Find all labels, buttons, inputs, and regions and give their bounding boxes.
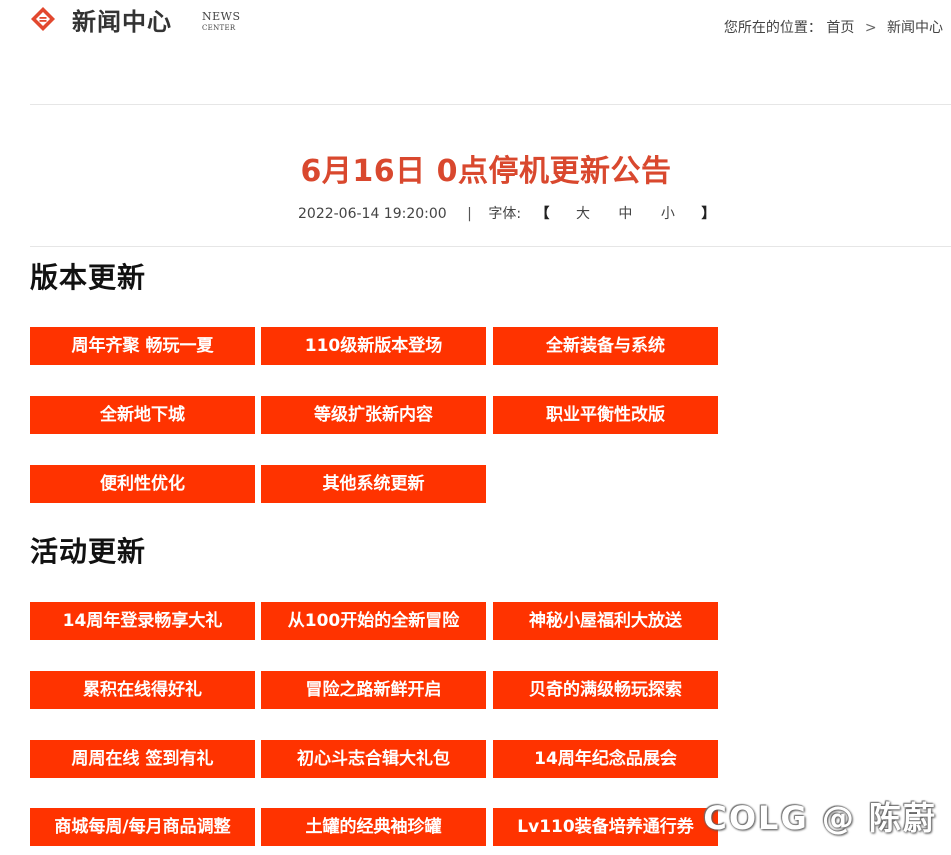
article-meta: 2022-06-14 19:20:00 | 字体: 【 大 中 小 】 (298, 204, 725, 224)
font-size-medium-button[interactable]: 中 (618, 206, 632, 222)
version-update-link-button[interactable]: 全新装备与系统 (493, 327, 718, 365)
watermark: COLG @ 陈蔚 (703, 799, 937, 837)
event-update-link-button[interactable]: 累积在线得好礼 (30, 671, 255, 709)
event-update-link-button[interactable]: 14周年纪念品展会 (493, 740, 718, 778)
version-update-link-button[interactable]: 便利性优化 (30, 465, 255, 503)
news-en-line2: CENTER (202, 24, 236, 32)
version-update-link-button[interactable]: 等级扩张新内容 (261, 396, 486, 434)
version-update-link-button[interactable]: 110级新版本登场 (261, 327, 486, 365)
breadcrumb-current-link[interactable]: 新闻中心 (887, 20, 943, 36)
version-update-link-button[interactable]: 全新地下城 (30, 396, 255, 434)
news-center-en-label: NEWS CENTER (202, 10, 241, 33)
event-update-link-button[interactable]: 周周在线 签到有礼 (30, 740, 255, 778)
breadcrumb-prefix: 您所在的位置： (723, 20, 822, 36)
article-title: 6月16日 0点停机更新公告 (300, 154, 672, 189)
event-update-link-button[interactable]: 初心斗志合辑大礼包 (261, 740, 486, 778)
event-update-link-button[interactable]: 神秘小屋福利大放送 (493, 602, 718, 640)
publish-datetime: 2022-06-14 19:20:00 (298, 206, 447, 222)
version-update-link-button[interactable]: 其他系统更新 (261, 465, 486, 503)
divider (30, 104, 951, 105)
version-update-link-button[interactable]: 周年齐聚 畅玩一夏 (30, 327, 255, 365)
event-update-link-button[interactable]: Lv110装备培养通行券 (493, 808, 718, 846)
version-update-link-button[interactable]: 职业平衡性改版 (493, 396, 718, 434)
bracket-close: 】 (701, 206, 716, 222)
event-update-link-button[interactable]: 14周年登录畅享大礼 (30, 602, 255, 640)
font-size-label: 字体: (488, 206, 522, 222)
section-heading-event-update: 活动更新 (30, 535, 147, 568)
site-title: 新闻中心 (72, 8, 172, 36)
breadcrumb-home-link[interactable]: 首页 (826, 20, 854, 36)
event-update-link-button[interactable]: 从100开始的全新冒险 (261, 602, 486, 640)
event-update-link-button[interactable]: 商城每周/每月商品调整 (30, 808, 255, 846)
event-update-link-button[interactable]: 土罐的经典袖珍罐 (261, 808, 486, 846)
font-size-small-button[interactable]: 小 (661, 206, 675, 222)
divider (30, 246, 951, 247)
news-en-line1: NEWS (202, 10, 241, 23)
meta-separator: | (467, 206, 472, 222)
section-heading-version-update: 版本更新 (30, 261, 147, 294)
bracket-open: 【 (535, 206, 550, 222)
font-size-large-button[interactable]: 大 (576, 206, 590, 222)
diamond-logo-icon (31, 7, 55, 31)
breadcrumb-separator: > (864, 20, 877, 36)
event-update-link-button[interactable]: 贝奇的满级畅玩探索 (493, 671, 718, 709)
breadcrumb: 您所在的位置： 首页 > 新闻中心 (724, 19, 943, 37)
event-update-link-button[interactable]: 冒险之路新鲜开启 (261, 671, 486, 709)
page-header: 新闻中心 NEWS CENTER 您所在的位置： 首页 > 新闻中心 (0, 0, 951, 60)
